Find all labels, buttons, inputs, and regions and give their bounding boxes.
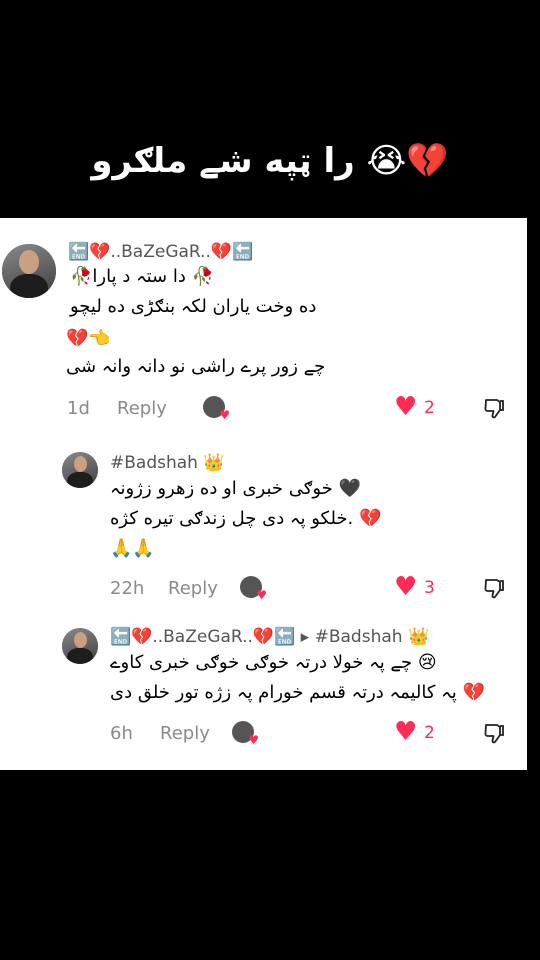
comment-timestamp: 22h bbox=[110, 578, 145, 599]
reply-button[interactable]: Reply bbox=[160, 723, 210, 744]
like-heart-icon[interactable]: ♥ bbox=[394, 574, 417, 600]
comment-line: خوګی خبری او ده زهرو زژونہ 🖤 bbox=[110, 478, 361, 499]
comment-username[interactable]: 🔚💔..BaZeGaR..💔🔚 bbox=[68, 242, 253, 262]
like-count: 2 bbox=[424, 398, 435, 418]
comment-line: 🥀دا ستہ د پارا 🥀 bbox=[70, 266, 215, 287]
comment-username[interactable]: #Badshah 👑 bbox=[110, 453, 225, 473]
reply-button[interactable]: Reply bbox=[117, 398, 167, 419]
comment-timestamp: 1d bbox=[67, 398, 90, 419]
comment-line: خلکو پہ دی چل زندګی تیره کژه. 💔 bbox=[110, 508, 382, 529]
like-count: 2 bbox=[424, 723, 435, 743]
heart-icon: ♥ bbox=[256, 588, 267, 602]
creator-liked-avatar: ♥ bbox=[232, 721, 259, 747]
comment-line: ده وخت یاران لکہ بنګڑی ده لیچو bbox=[70, 296, 317, 317]
comment-line: 💔👈 bbox=[66, 328, 111, 349]
dislike-icon[interactable] bbox=[483, 396, 507, 420]
creator-liked-avatar: ♥ bbox=[240, 576, 267, 602]
comment-line: چے پہ خولا درتہ خوګی خوګی خبری کاوے 😢 bbox=[110, 652, 437, 673]
comment-username[interactable]: 🔚💔..BaZeGaR..💔🔚 ▸ #Badshah 👑 bbox=[110, 627, 429, 647]
comment-line: 🙏🙏 bbox=[110, 538, 155, 559]
avatar[interactable] bbox=[62, 452, 98, 488]
dislike-icon[interactable] bbox=[483, 576, 507, 600]
dislike-icon[interactable] bbox=[483, 721, 507, 745]
avatar[interactable] bbox=[2, 244, 56, 298]
comment-line: پہ کالیمہ درتہ قسم خورام پہ زژه تور خلق … bbox=[110, 682, 485, 703]
like-heart-icon[interactable]: ♥ bbox=[394, 719, 417, 745]
avatar[interactable] bbox=[62, 628, 98, 664]
creator-liked-avatar: ♥ bbox=[203, 396, 230, 422]
comment-timestamp: 6h bbox=[110, 723, 133, 744]
reply-button[interactable]: Reply bbox=[168, 578, 218, 599]
comment-line: چے زور پرے راشی نو دانہ وانہ شی bbox=[66, 356, 326, 377]
like-heart-icon[interactable]: ♥ bbox=[394, 394, 417, 420]
heart-icon: ♥ bbox=[248, 733, 259, 747]
video-caption: را ټپه شے ملګرو 😭💔 bbox=[91, 141, 449, 181]
heart-icon: ♥ bbox=[219, 408, 230, 422]
like-count: 3 bbox=[424, 578, 435, 598]
comments-panel: 🔚💔..BaZeGaR..💔🔚 🥀دا ستہ د پارا 🥀 ده وخت … bbox=[0, 218, 527, 770]
